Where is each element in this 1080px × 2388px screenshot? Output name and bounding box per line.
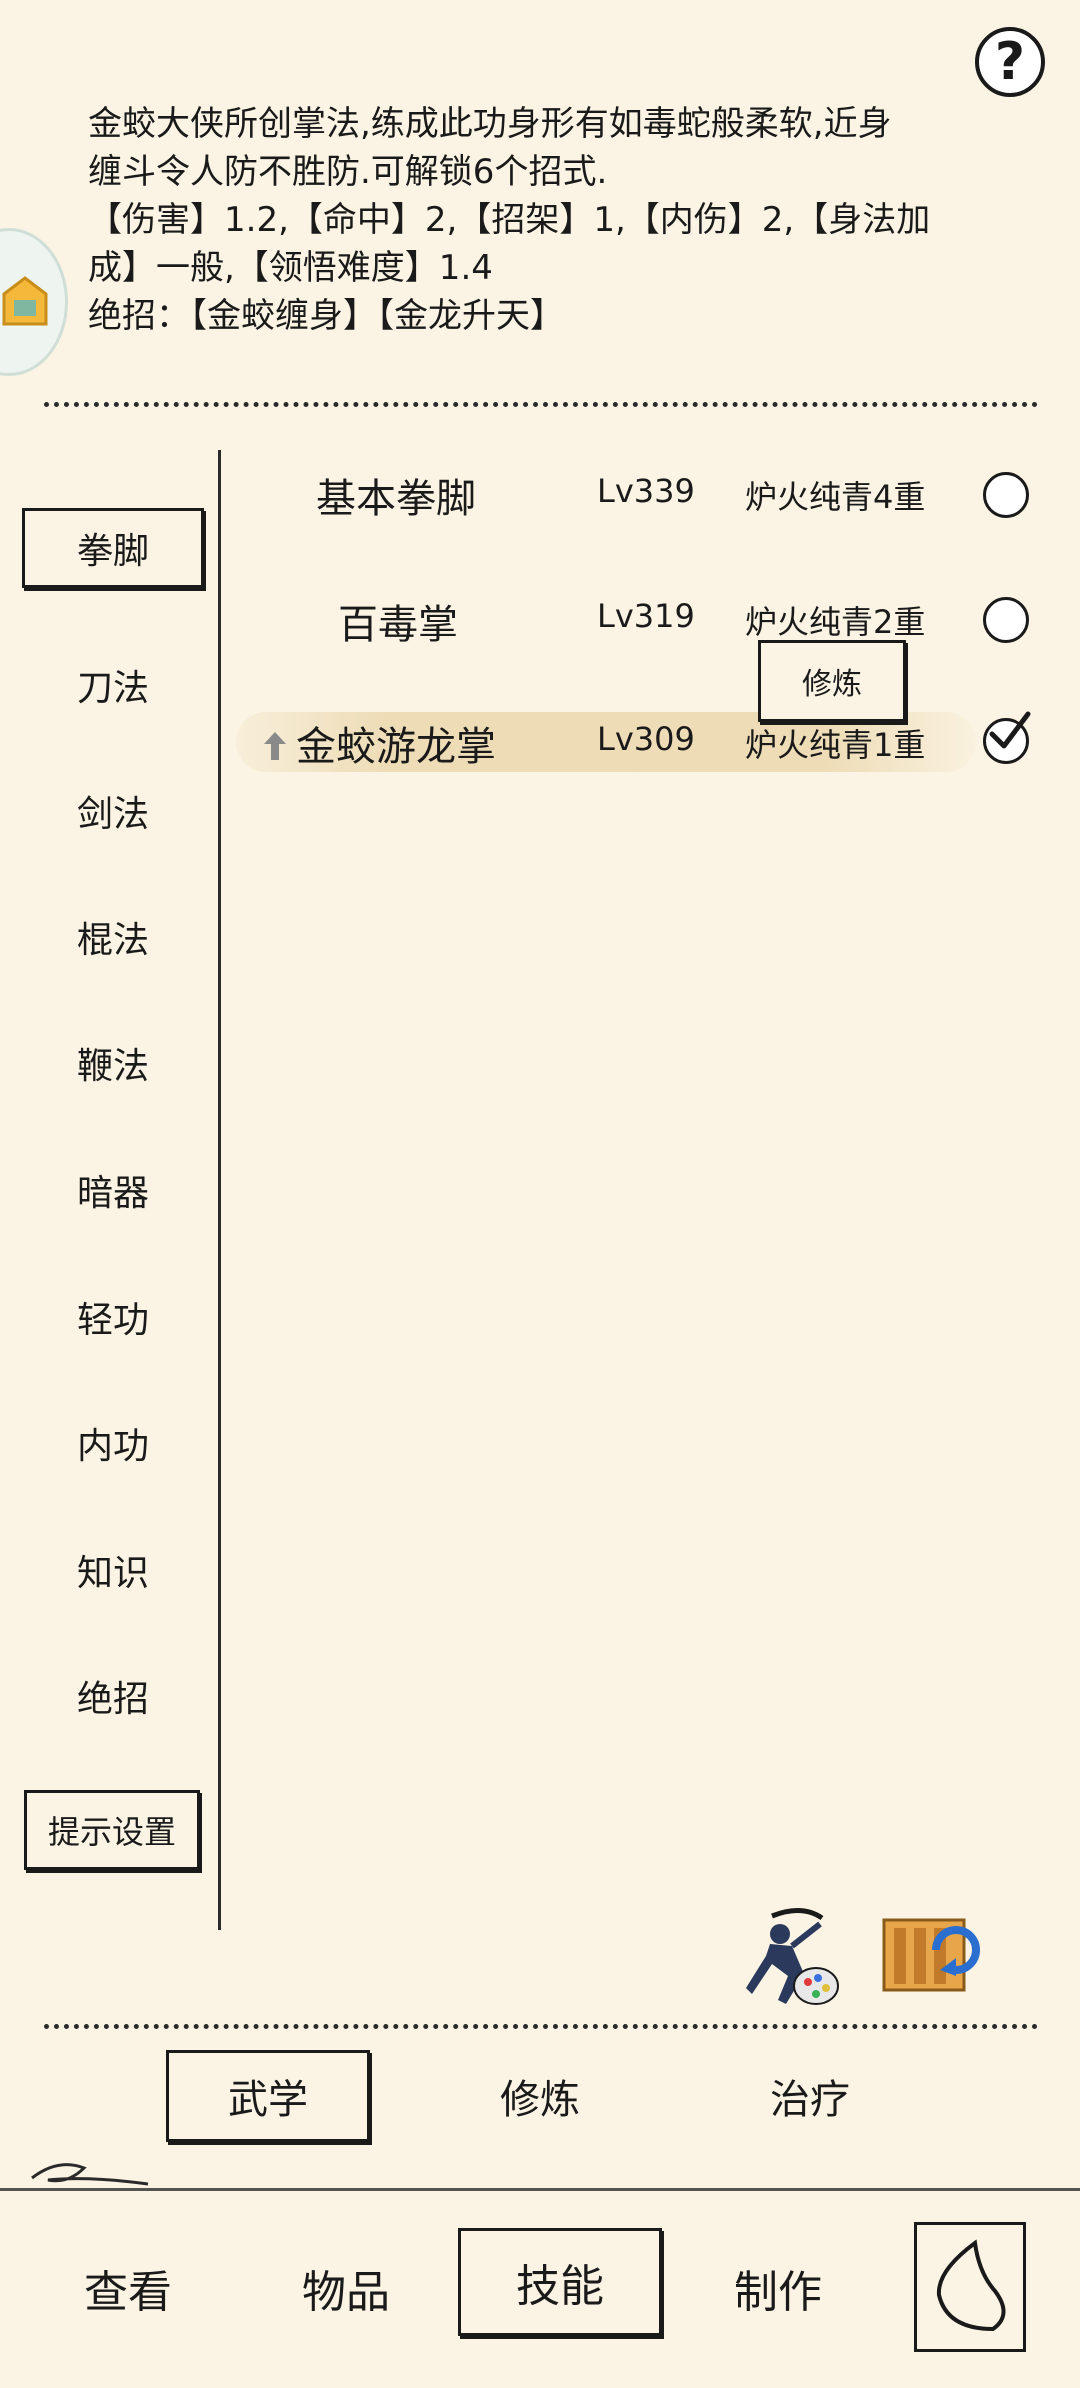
skill-name[interactable]: 百毒掌: [338, 592, 458, 650]
skill-select-radio[interactable]: [983, 472, 1029, 518]
skill-name[interactable]: 金蛟游龙掌: [296, 714, 496, 772]
skill-level: Lv339: [597, 472, 695, 510]
back-arrow-icon: [936, 2239, 1006, 2332]
category-zhishi[interactable]: 知识: [22, 1530, 204, 1610]
scroll-swap-icon[interactable]: [876, 1910, 982, 2010]
checkmark-icon: [989, 711, 1031, 749]
skill-stage: 炉火纯青4重: [745, 478, 926, 516]
category-daofa[interactable]: 刀法: [22, 645, 204, 725]
description-line: 缠斗令人防不胜防.可解锁6个招式.: [88, 152, 608, 192]
dotted-divider: [44, 2024, 1038, 2029]
skill-stage: 炉火纯青2重: [745, 603, 926, 641]
brush-swirl-decoration: [31, 2163, 149, 2186]
category-quanjiao[interactable]: 拳脚: [22, 508, 204, 588]
tab-zhiliao[interactable]: 治疗: [710, 2050, 910, 2142]
nav-jineng[interactable]: 技能: [458, 2228, 662, 2336]
skill-level: Lv319: [597, 597, 695, 635]
hint-settings-button[interactable]: 提示设置: [24, 1790, 200, 1870]
skill-level: Lv309: [597, 720, 695, 758]
category-anqi[interactable]: 暗器: [22, 1150, 204, 1230]
skill-description: 金蛟大侠所创掌法,练成此功身形有如毒蛇般柔软,近身 缠斗令人防不胜防.可解锁6个…: [88, 100, 1008, 340]
tab-xiulian[interactable]: 修炼: [440, 2050, 640, 2142]
martial-artist-palette-icon[interactable]: [742, 1904, 842, 2010]
nav-chakan[interactable]: 查看: [58, 2238, 198, 2338]
nav-zhizuo[interactable]: 制作: [708, 2238, 848, 2338]
nav-wupin[interactable]: 物品: [276, 2238, 416, 2338]
skill-stats: 成】一般,【领悟难度】1.4: [88, 248, 493, 288]
dotted-divider: [44, 402, 1038, 407]
category-juezhao[interactable]: 绝招: [22, 1656, 204, 1736]
category-bianfa[interactable]: 鞭法: [22, 1023, 204, 1103]
skill-stage: 炉火纯青1重: [745, 726, 926, 764]
category-gunfa[interactable]: 棍法: [22, 897, 204, 977]
train-popup-button[interactable]: 修炼: [758, 640, 906, 722]
home-app-icon[interactable]: [0, 272, 50, 330]
help-button[interactable]: ?: [975, 27, 1045, 97]
description-line: 金蛟大侠所创掌法,练成此功身形有如毒蛇般柔软,近身: [88, 104, 892, 144]
arrow-up-icon: [264, 732, 286, 760]
tab-wuxue[interactable]: 武学: [166, 2050, 370, 2142]
skill-name[interactable]: 基本拳脚: [316, 466, 476, 524]
skill-select-radio[interactable]: [983, 597, 1029, 643]
ultimate-moves: 绝招：【金蛟缠身】【金龙升天】: [88, 296, 564, 336]
nav-separator: [0, 2188, 1080, 2191]
category-divider-line: [218, 450, 221, 1930]
skill-stats: 【伤害】1.2,【命中】2,【招架】1,【内伤】2,【身法加: [88, 200, 931, 240]
category-jianfa[interactable]: 剑法: [22, 771, 204, 851]
back-button[interactable]: [914, 2222, 1026, 2352]
category-neigong[interactable]: 内功: [22, 1403, 204, 1483]
category-qinggong[interactable]: 轻功: [22, 1277, 204, 1357]
